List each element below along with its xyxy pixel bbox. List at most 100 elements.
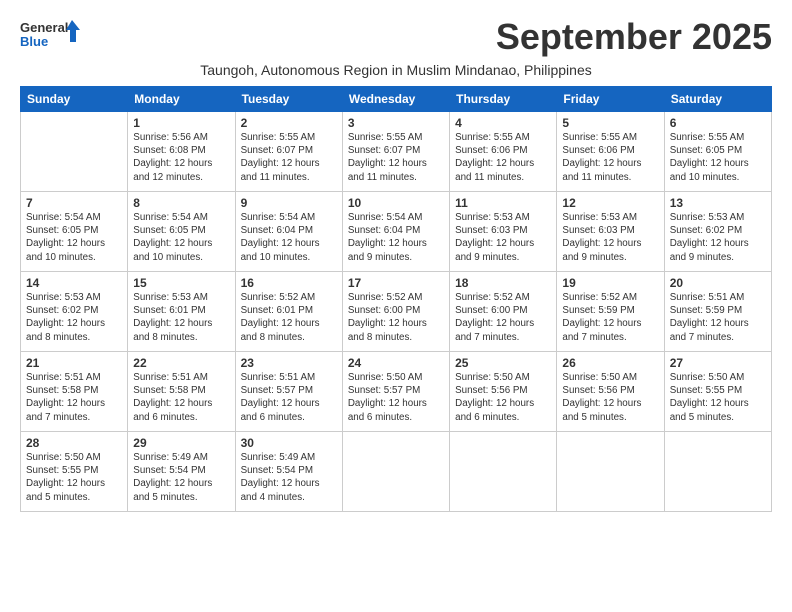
day-number: 7	[26, 196, 122, 210]
day-header-wednesday: Wednesday	[342, 87, 449, 112]
day-number: 8	[133, 196, 229, 210]
calendar-cell: 25Sunrise: 5:50 AM Sunset: 5:56 PM Dayli…	[450, 352, 557, 432]
day-info: Sunrise: 5:54 AM Sunset: 6:04 PM Dayligh…	[241, 211, 337, 264]
day-number: 22	[133, 356, 229, 370]
day-header-tuesday: Tuesday	[235, 87, 342, 112]
day-number: 24	[348, 356, 444, 370]
calendar-cell: 5Sunrise: 5:55 AM Sunset: 6:06 PM Daylig…	[557, 112, 664, 192]
day-number: 16	[241, 276, 337, 290]
header: General Blue September 2025	[20, 16, 772, 58]
day-info: Sunrise: 5:55 AM Sunset: 6:07 PM Dayligh…	[241, 131, 337, 184]
day-number: 14	[26, 276, 122, 290]
day-header-sunday: Sunday	[21, 87, 128, 112]
calendar-cell	[21, 112, 128, 192]
day-number: 20	[670, 276, 766, 290]
days-header-row: SundayMondayTuesdayWednesdayThursdayFrid…	[21, 87, 772, 112]
day-number: 6	[670, 116, 766, 130]
calendar-cell: 12Sunrise: 5:53 AM Sunset: 6:03 PM Dayli…	[557, 192, 664, 272]
day-info: Sunrise: 5:50 AM Sunset: 5:57 PM Dayligh…	[348, 371, 444, 424]
day-header-friday: Friday	[557, 87, 664, 112]
day-info: Sunrise: 5:52 AM Sunset: 6:00 PM Dayligh…	[455, 291, 551, 344]
calendar-cell: 17Sunrise: 5:52 AM Sunset: 6:00 PM Dayli…	[342, 272, 449, 352]
day-number: 4	[455, 116, 551, 130]
day-info: Sunrise: 5:49 AM Sunset: 5:54 PM Dayligh…	[241, 451, 337, 504]
day-number: 10	[348, 196, 444, 210]
calendar-cell: 28Sunrise: 5:50 AM Sunset: 5:55 PM Dayli…	[21, 432, 128, 512]
day-info: Sunrise: 5:51 AM Sunset: 5:58 PM Dayligh…	[133, 371, 229, 424]
day-header-thursday: Thursday	[450, 87, 557, 112]
day-info: Sunrise: 5:55 AM Sunset: 6:06 PM Dayligh…	[455, 131, 551, 184]
day-number: 28	[26, 436, 122, 450]
day-number: 17	[348, 276, 444, 290]
calendar-cell: 27Sunrise: 5:50 AM Sunset: 5:55 PM Dayli…	[664, 352, 771, 432]
day-info: Sunrise: 5:53 AM Sunset: 6:02 PM Dayligh…	[26, 291, 122, 344]
calendar-cell: 15Sunrise: 5:53 AM Sunset: 6:01 PM Dayli…	[128, 272, 235, 352]
calendar-cell	[450, 432, 557, 512]
day-number: 26	[562, 356, 658, 370]
calendar-cell: 11Sunrise: 5:53 AM Sunset: 6:03 PM Dayli…	[450, 192, 557, 272]
day-number: 27	[670, 356, 766, 370]
day-number: 13	[670, 196, 766, 210]
calendar-cell: 8Sunrise: 5:54 AM Sunset: 6:05 PM Daylig…	[128, 192, 235, 272]
day-number: 21	[26, 356, 122, 370]
day-info: Sunrise: 5:53 AM Sunset: 6:03 PM Dayligh…	[455, 211, 551, 264]
day-info: Sunrise: 5:50 AM Sunset: 5:56 PM Dayligh…	[455, 371, 551, 424]
month-title: September 2025	[496, 16, 772, 58]
day-info: Sunrise: 5:52 AM Sunset: 5:59 PM Dayligh…	[562, 291, 658, 344]
calendar-cell: 21Sunrise: 5:51 AM Sunset: 5:58 PM Dayli…	[21, 352, 128, 432]
day-info: Sunrise: 5:55 AM Sunset: 6:06 PM Dayligh…	[562, 131, 658, 184]
logo-svg: General Blue	[20, 16, 80, 56]
day-number: 12	[562, 196, 658, 210]
day-number: 25	[455, 356, 551, 370]
calendar-cell: 7Sunrise: 5:54 AM Sunset: 6:05 PM Daylig…	[21, 192, 128, 272]
day-info: Sunrise: 5:50 AM Sunset: 5:55 PM Dayligh…	[670, 371, 766, 424]
week-row-4: 21 Sunrise: 5:51 AM Sunset: 5:58 PM Dayli…	[21, 352, 772, 432]
day-number: 9	[241, 196, 337, 210]
calendar-cell	[557, 432, 664, 512]
day-info: Sunrise: 5:51 AM Sunset: 5:57 PM Dayligh…	[241, 371, 337, 424]
day-number: 18	[455, 276, 551, 290]
day-info: Sunrise: 5:52 AM Sunset: 6:00 PM Dayligh…	[348, 291, 444, 344]
calendar-cell: 3Sunrise: 5:55 AM Sunset: 6:07 PM Daylig…	[342, 112, 449, 192]
page: General Blue September 2025 Taungoh, Aut…	[0, 0, 792, 522]
calendar-cell: 23Sunrise: 5:51 AM Sunset: 5:57 PM Dayli…	[235, 352, 342, 432]
calendar-cell	[664, 432, 771, 512]
calendar-table: SundayMondayTuesdayWednesdayThursdayFrid…	[20, 86, 772, 512]
day-info: Sunrise: 5:51 AM Sunset: 5:59 PM Dayligh…	[670, 291, 766, 344]
calendar-cell: 24Sunrise: 5:50 AM Sunset: 5:57 PM Dayli…	[342, 352, 449, 432]
week-row-2: 7Sunrise: 5:54 AM Sunset: 6:05 PM Daylig…	[21, 192, 772, 272]
calendar-cell: 20Sunrise: 5:51 AM Sunset: 5:59 PM Dayli…	[664, 272, 771, 352]
calendar-cell: 19Sunrise: 5:52 AM Sunset: 5:59 PM Dayli…	[557, 272, 664, 352]
calendar-cell: 9Sunrise: 5:54 AM Sunset: 6:04 PM Daylig…	[235, 192, 342, 272]
day-info: Sunrise: 5:53 AM Sunset: 6:02 PM Dayligh…	[670, 211, 766, 264]
svg-text:Blue: Blue	[20, 34, 48, 49]
day-number: 5	[562, 116, 658, 130]
calendar-cell: 30Sunrise: 5:49 AM Sunset: 5:54 PM Dayli…	[235, 432, 342, 512]
day-number: 19	[562, 276, 658, 290]
calendar-cell: 18Sunrise: 5:52 AM Sunset: 6:00 PM Dayli…	[450, 272, 557, 352]
day-number: 3	[348, 116, 444, 130]
logo: General Blue	[20, 16, 80, 56]
day-number: 29	[133, 436, 229, 450]
calendar-cell: 1Sunrise: 5:56 AM Sunset: 6:08 PM Daylig…	[128, 112, 235, 192]
day-info: Sunrise: 5:52 AM Sunset: 6:01 PM Dayligh…	[241, 291, 337, 344]
calendar-cell: 16Sunrise: 5:52 AM Sunset: 6:01 PM Dayli…	[235, 272, 342, 352]
week-row-3: 14Sunrise: 5:53 AM Sunset: 6:02 PM Dayli…	[21, 272, 772, 352]
day-info: Sunrise: 5:50 AM Sunset: 5:56 PM Dayligh…	[562, 371, 658, 424]
day-info: Sunrise: 5:55 AM Sunset: 6:07 PM Dayligh…	[348, 131, 444, 184]
day-info: Sunrise: 5:49 AM Sunset: 5:54 PM Dayligh…	[133, 451, 229, 504]
calendar-cell: 13Sunrise: 5:53 AM Sunset: 6:02 PM Dayli…	[664, 192, 771, 272]
calendar-cell: 14Sunrise: 5:53 AM Sunset: 6:02 PM Dayli…	[21, 272, 128, 352]
day-info: Sunrise: 5:56 AM Sunset: 6:08 PM Dayligh…	[133, 131, 229, 184]
day-info: Sunrise: 5:53 AM Sunset: 6:01 PM Dayligh…	[133, 291, 229, 344]
day-number: 30	[241, 436, 337, 450]
calendar-cell	[342, 432, 449, 512]
week-row-5: 28Sunrise: 5:50 AM Sunset: 5:55 PM Dayli…	[21, 432, 772, 512]
subtitle: Taungoh, Autonomous Region in Muslim Min…	[20, 62, 772, 78]
day-header-saturday: Saturday	[664, 87, 771, 112]
day-info: Sunrise: 5:54 AM Sunset: 6:04 PM Dayligh…	[348, 211, 444, 264]
day-info: Sunrise: 5:54 AM Sunset: 6:05 PM Dayligh…	[26, 211, 122, 264]
calendar-cell: 26Sunrise: 5:50 AM Sunset: 5:56 PM Dayli…	[557, 352, 664, 432]
week-row-1: 1Sunrise: 5:56 AM Sunset: 6:08 PM Daylig…	[21, 112, 772, 192]
day-number: 2	[241, 116, 337, 130]
